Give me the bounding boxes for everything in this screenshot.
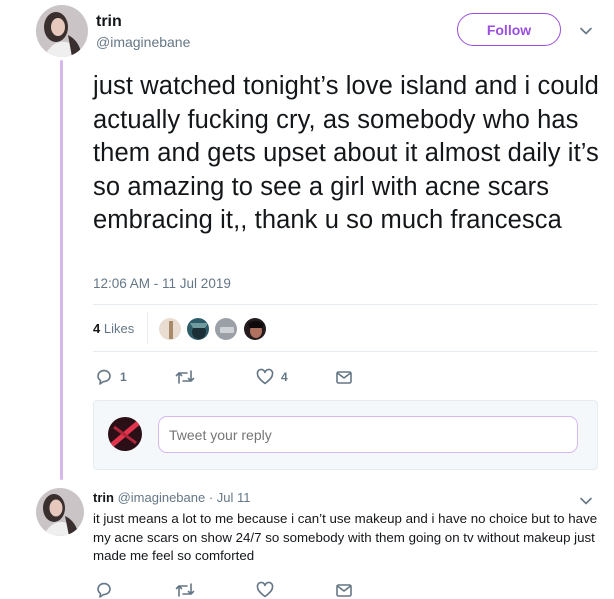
reply-count: 1: [120, 370, 127, 384]
tweet-text: just watched tonight’s love island and i…: [93, 72, 599, 234]
author-handle[interactable]: @imaginebane: [96, 34, 190, 50]
reply-icon: [97, 582, 111, 598]
avatar[interactable]: [36, 488, 84, 536]
liker-avatar[interactable]: [186, 317, 210, 341]
liker-avatar[interactable]: [158, 317, 182, 341]
reply-input[interactable]: [158, 416, 578, 453]
retweet-icon: [175, 583, 195, 597]
tweet-timestamp[interactable]: 12:06 AM - 11 Jul 2019: [93, 276, 231, 291]
retweet-action[interactable]: [175, 368, 195, 386]
like-action[interactable]: [256, 581, 274, 599]
follow-button[interactable]: Follow: [457, 13, 561, 46]
retweet-action[interactable]: [175, 581, 195, 599]
reply-author-handle[interactable]: @imaginebane: [118, 490, 206, 505]
avatar[interactable]: [36, 5, 88, 57]
message-action[interactable]: [335, 581, 353, 599]
message-icon: [336, 584, 352, 597]
reply-action[interactable]: 1: [95, 368, 127, 386]
avatar: [108, 417, 142, 451]
author-name[interactable]: trin: [96, 13, 122, 31]
message-action[interactable]: [335, 368, 353, 386]
chevron-down-icon[interactable]: [579, 494, 593, 508]
reply-date[interactable]: · Jul 11: [209, 490, 251, 505]
liker-avatar[interactable]: [243, 317, 267, 341]
reply-text: it just means a lot to me because i can’…: [93, 511, 598, 563]
reply-header: trin @imaginebane · Jul 11: [93, 490, 251, 505]
liker-avatar[interactable]: [214, 317, 238, 341]
heart-icon: [256, 368, 274, 385]
reply-author-name[interactable]: trin: [93, 490, 114, 505]
likes-number: 4: [93, 321, 101, 336]
divider: [93, 351, 598, 352]
reply-icon: [97, 369, 111, 385]
retweet-icon: [175, 370, 195, 384]
heart-icon: [256, 581, 274, 598]
like-action[interactable]: 4: [256, 368, 288, 386]
like-count: 4: [281, 370, 288, 384]
message-icon: [336, 371, 352, 384]
likes-separator: [147, 312, 148, 344]
reply-action[interactable]: [95, 581, 113, 599]
thread-line: [60, 60, 63, 480]
divider: [93, 304, 598, 305]
likes-label: Likes: [103, 321, 135, 336]
chevron-down-icon[interactable]: [579, 24, 593, 38]
likes-count[interactable]: 4 Likes: [93, 321, 134, 336]
